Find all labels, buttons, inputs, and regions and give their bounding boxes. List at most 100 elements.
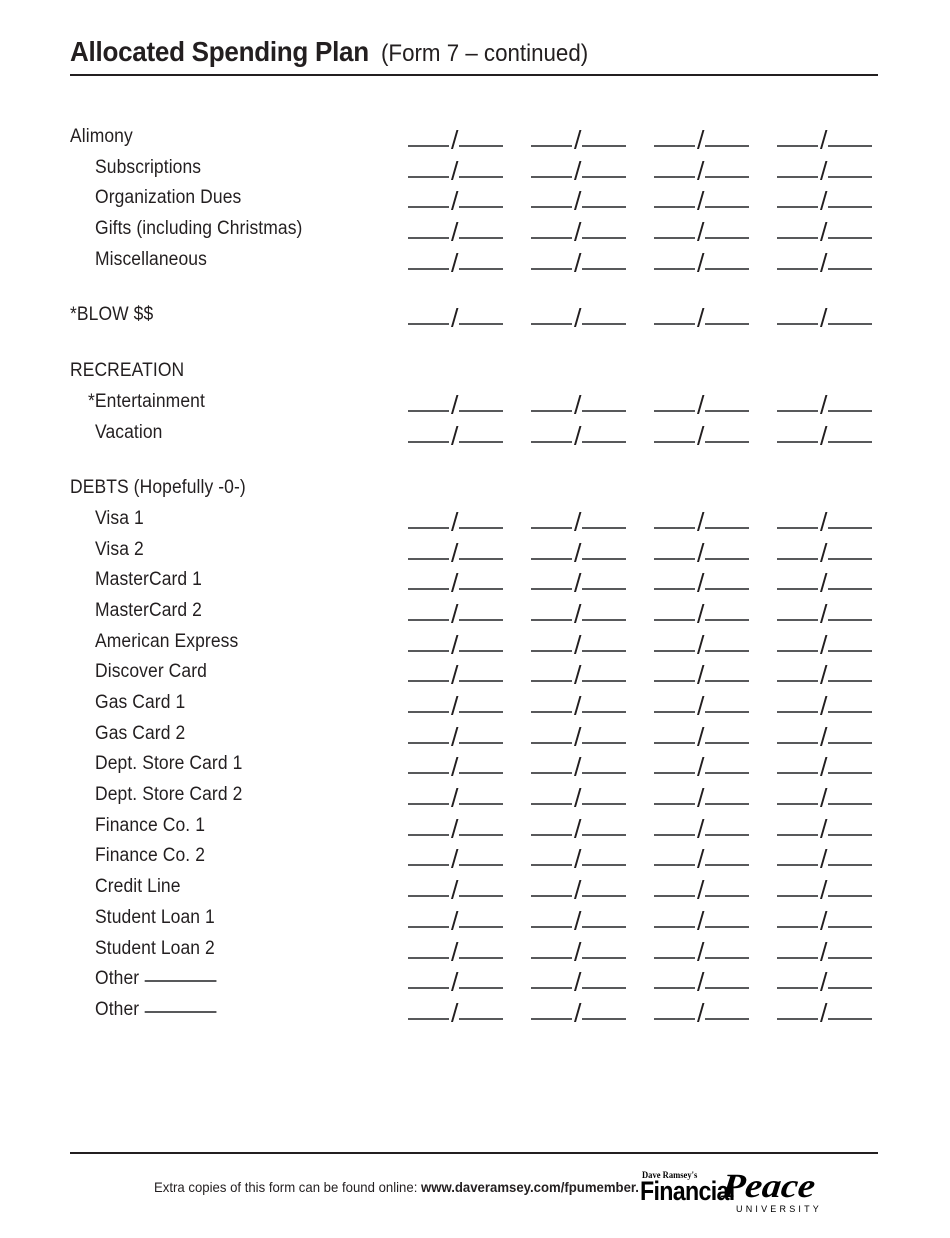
amount-blank-pair[interactable] xyxy=(531,907,626,931)
budgeted-amount-blank[interactable] xyxy=(777,956,818,959)
spent-amount-blank[interactable] xyxy=(828,440,872,443)
spent-amount-blank[interactable] xyxy=(582,895,626,898)
amount-blank-pair[interactable] xyxy=(654,631,749,655)
spent-amount-blank[interactable] xyxy=(582,772,626,775)
amount-blank-pair[interactable] xyxy=(531,631,626,655)
budgeted-amount-blank[interactable] xyxy=(408,711,449,713)
spent-amount-blank[interactable] xyxy=(582,711,626,713)
amount-blank-pair[interactable] xyxy=(408,157,503,181)
amount-blank-pair[interactable] xyxy=(654,157,749,181)
spent-amount-blank[interactable] xyxy=(828,323,872,326)
amount-blank-pair[interactable] xyxy=(531,784,626,808)
amount-blank-pair[interactable] xyxy=(408,187,503,211)
spent-amount-blank[interactable] xyxy=(459,175,503,178)
budgeted-amount-blank[interactable] xyxy=(654,237,695,240)
amount-blank-pair[interactable] xyxy=(777,876,872,900)
amount-blank-pair[interactable] xyxy=(777,508,872,532)
amount-blank-pair[interactable] xyxy=(408,907,503,931)
budgeted-amount-blank[interactable] xyxy=(531,987,572,990)
amount-blank-pair[interactable] xyxy=(777,815,872,839)
budgeted-amount-blank[interactable] xyxy=(777,741,818,744)
spent-amount-blank[interactable] xyxy=(828,925,872,928)
spent-amount-blank[interactable] xyxy=(705,864,749,867)
amount-blank-pair[interactable] xyxy=(654,661,749,685)
budgeted-amount-blank[interactable] xyxy=(408,557,449,560)
spent-amount-blank[interactable] xyxy=(582,588,626,591)
budgeted-amount-blank[interactable] xyxy=(531,237,572,240)
amount-blank-pair[interactable] xyxy=(654,845,749,869)
spent-amount-blank[interactable] xyxy=(705,1017,749,1020)
amount-blank-pair[interactable] xyxy=(777,845,872,869)
amount-blank-pair[interactable] xyxy=(408,784,503,808)
budgeted-amount-blank[interactable] xyxy=(408,680,449,683)
amount-blank-pair[interactable] xyxy=(654,249,749,273)
budgeted-amount-blank[interactable] xyxy=(531,680,572,683)
budgeted-amount-blank[interactable] xyxy=(531,864,572,867)
amount-blank-pair[interactable] xyxy=(408,938,503,962)
amount-blank-pair[interactable] xyxy=(531,218,626,242)
budgeted-amount-blank[interactable] xyxy=(531,772,572,775)
budgeted-amount-blank[interactable] xyxy=(654,987,695,990)
budgeted-amount-blank[interactable] xyxy=(531,618,572,621)
amount-blank-pair[interactable] xyxy=(654,968,749,992)
budgeted-amount-blank[interactable] xyxy=(654,803,695,806)
spent-amount-blank[interactable] xyxy=(705,237,749,240)
amount-blank-pair[interactable] xyxy=(777,692,872,716)
budgeted-amount-blank[interactable] xyxy=(654,1017,695,1020)
amount-blank-pair[interactable] xyxy=(654,539,749,563)
spent-amount-blank[interactable] xyxy=(828,680,872,683)
budgeted-amount-blank[interactable] xyxy=(654,145,695,147)
amount-blank-pair[interactable] xyxy=(408,723,503,747)
budgeted-amount-blank[interactable] xyxy=(654,618,695,621)
budgeted-amount-blank[interactable] xyxy=(777,323,818,326)
budgeted-amount-blank[interactable] xyxy=(777,206,818,209)
amount-blank-pair[interactable] xyxy=(408,815,503,839)
amount-blank-pair[interactable] xyxy=(654,304,749,328)
spent-amount-blank[interactable] xyxy=(828,741,872,744)
budgeted-amount-blank[interactable] xyxy=(408,803,449,806)
amount-blank-pair[interactable] xyxy=(408,661,503,685)
spent-amount-blank[interactable] xyxy=(459,557,503,560)
amount-blank-pair[interactable] xyxy=(654,876,749,900)
budgeted-amount-blank[interactable] xyxy=(408,409,449,412)
spent-amount-blank[interactable] xyxy=(582,440,626,443)
amount-blank-pair[interactable] xyxy=(531,508,626,532)
amount-blank-pair[interactable] xyxy=(777,157,872,181)
amount-blank-pair[interactable] xyxy=(777,249,872,273)
budgeted-amount-blank[interactable] xyxy=(531,557,572,560)
budgeted-amount-blank[interactable] xyxy=(531,803,572,806)
spent-amount-blank[interactable] xyxy=(705,267,749,270)
amount-blank-pair[interactable] xyxy=(777,723,872,747)
budgeted-amount-blank[interactable] xyxy=(777,649,818,652)
spent-amount-blank[interactable] xyxy=(582,833,626,836)
spent-amount-blank[interactable] xyxy=(582,864,626,867)
spent-amount-blank[interactable] xyxy=(828,618,872,621)
budgeted-amount-blank[interactable] xyxy=(777,145,818,147)
amount-blank-pair[interactable] xyxy=(654,391,749,415)
budgeted-amount-blank[interactable] xyxy=(408,956,449,959)
budgeted-amount-blank[interactable] xyxy=(408,618,449,621)
budgeted-amount-blank[interactable] xyxy=(777,803,818,806)
amount-blank-pair[interactable] xyxy=(531,815,626,839)
amount-blank-pair[interactable] xyxy=(777,126,872,150)
budgeted-amount-blank[interactable] xyxy=(777,864,818,867)
spent-amount-blank[interactable] xyxy=(828,711,872,713)
budgeted-amount-blank[interactable] xyxy=(531,741,572,744)
amount-blank-pair[interactable] xyxy=(531,249,626,273)
amount-blank-pair[interactable] xyxy=(777,968,872,992)
budgeted-amount-blank[interactable] xyxy=(408,323,449,326)
amount-blank-pair[interactable] xyxy=(777,304,872,328)
spent-amount-blank[interactable] xyxy=(459,772,503,775)
budgeted-amount-blank[interactable] xyxy=(777,267,818,270)
spent-amount-blank[interactable] xyxy=(828,588,872,591)
budgeted-amount-blank[interactable] xyxy=(654,526,695,529)
amount-blank-pair[interactable] xyxy=(654,753,749,777)
spent-amount-blank[interactable] xyxy=(459,409,503,412)
amount-blank-pair[interactable] xyxy=(777,999,872,1023)
spent-amount-blank[interactable] xyxy=(582,323,626,326)
budgeted-amount-blank[interactable] xyxy=(654,588,695,591)
budgeted-amount-blank[interactable] xyxy=(531,588,572,591)
amount-blank-pair[interactable] xyxy=(531,723,626,747)
spent-amount-blank[interactable] xyxy=(459,649,503,652)
amount-blank-pair[interactable] xyxy=(654,815,749,839)
